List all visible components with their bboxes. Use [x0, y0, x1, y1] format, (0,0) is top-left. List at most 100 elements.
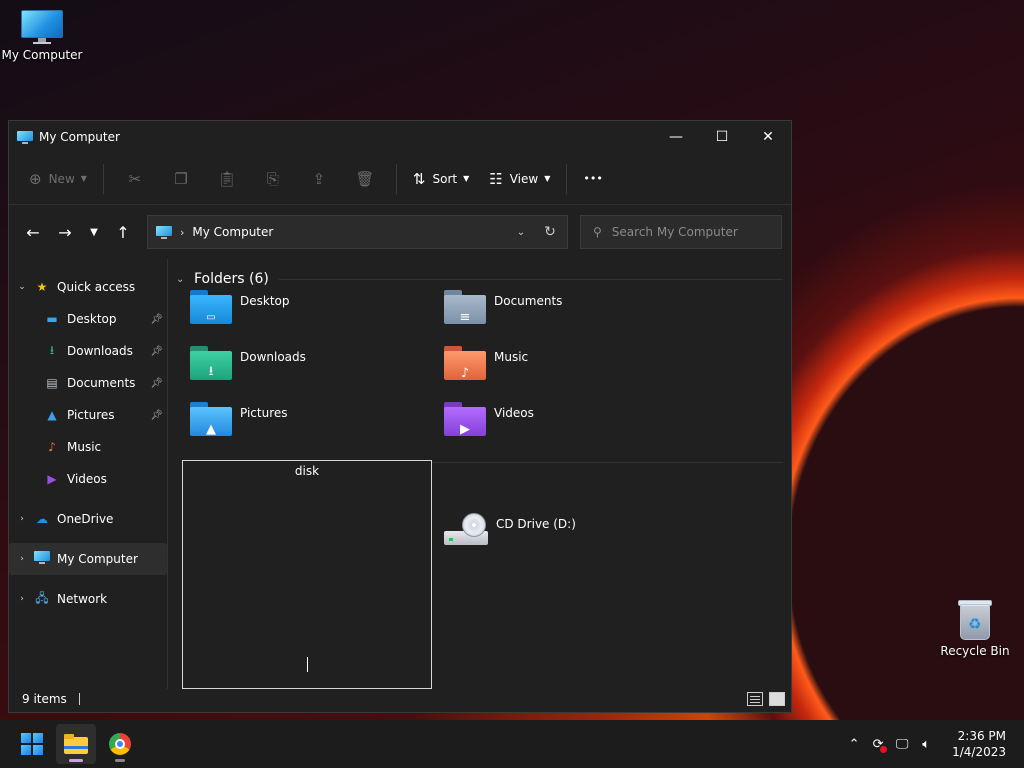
chevron-right-icon[interactable]: ›	[15, 554, 29, 564]
drive-item-cd[interactable]: CD Drive (D:)	[444, 513, 576, 549]
folder-item-pictures[interactable]: ▲ Pictures	[190, 402, 288, 437]
nav-label: OneDrive	[57, 512, 114, 526]
maximize-button[interactable]: ☐	[699, 122, 745, 152]
chrome-icon	[109, 733, 131, 755]
share-icon[interactable]: ⇪	[296, 170, 342, 188]
delete-icon[interactable]: 🗑︎	[342, 170, 388, 188]
folder-item-downloads[interactable]: ⭳ Downloads	[190, 346, 306, 380]
plus-circle-icon: ⊕	[29, 169, 42, 188]
folder-item-desktop[interactable]: ▭ Desktop	[190, 290, 290, 324]
recent-locations-chevron-icon[interactable]: ▼	[81, 227, 107, 238]
search-placeholder: Search My Computer	[611, 225, 738, 239]
minimize-button[interactable]: —	[653, 122, 699, 152]
pin-icon[interactable]: 📌︎	[150, 378, 163, 389]
desktop-icon-my-computer[interactable]: My Computer	[0, 10, 84, 62]
windows-logo-icon	[21, 733, 43, 755]
close-button[interactable]: ✕	[745, 122, 791, 152]
file-explorer-icon	[64, 734, 88, 754]
chevron-down-icon: ▼	[463, 174, 470, 183]
volume-icon[interactable]: 🔈︎	[914, 737, 938, 752]
sort-icon: ⇅	[412, 169, 426, 188]
nav-network[interactable]: › 🖧︎ Network	[9, 583, 167, 615]
popup-title: disk	[294, 464, 320, 478]
system-tray: ⌃ ⟳ 🖵︎ 🔈︎ 2:36 PM 1/4/2023	[842, 728, 1024, 760]
sort-label: Sort	[432, 171, 458, 186]
item-count: 9 items	[22, 692, 67, 706]
refresh-icon[interactable]: ↻	[533, 224, 567, 240]
start-button[interactable]	[12, 724, 52, 764]
address-dropdown-icon[interactable]: ⌄	[509, 227, 533, 238]
nav-label: Music	[67, 440, 102, 454]
clock[interactable]: 2:36 PM 1/4/2023	[952, 728, 1006, 760]
network-status-icon[interactable]: 🖵︎	[890, 737, 914, 752]
title-bar[interactable]: My Computer — ☐ ✕	[9, 121, 791, 153]
folder-label: Desktop	[240, 294, 290, 308]
view-button[interactable]: ☷ View ▼	[481, 163, 558, 195]
status-divider	[78, 693, 80, 705]
view-label: View	[509, 171, 539, 186]
nav-item-desktop[interactable]: ▬ Desktop 📌︎	[9, 303, 167, 335]
running-indicator	[115, 759, 125, 762]
folders-group-header[interactable]: ⌄ Folders (6)	[176, 268, 791, 290]
rename-icon[interactable]: ⎘	[250, 170, 296, 188]
desktop-folder-icon: ▬	[46, 312, 58, 326]
chevron-right-icon[interactable]: ›	[15, 594, 29, 604]
paste-icon[interactable]: 📋︎	[204, 170, 250, 188]
folder-item-videos[interactable]: ▶ Videos	[444, 402, 534, 437]
folder-item-music[interactable]: ♪ Music	[444, 346, 529, 381]
pin-icon[interactable]: 📌︎	[150, 314, 163, 325]
details-view-icon[interactable]	[747, 692, 763, 706]
nav-item-downloads[interactable]: ⭳ Downloads 📌︎	[9, 335, 167, 367]
nav-item-documents[interactable]: ▤ Documents 📌︎	[9, 367, 167, 399]
pin-icon[interactable]: 📌︎	[150, 410, 163, 421]
breadcrumb-chevron-icon[interactable]: ›	[180, 226, 184, 239]
nav-quick-access[interactable]: ⌄ ★ Quick access	[9, 271, 167, 303]
back-arrow-icon[interactable]: ←	[17, 223, 49, 242]
taskbar-chrome[interactable]	[100, 724, 140, 764]
nav-onedrive[interactable]: › ☁ OneDrive	[9, 503, 167, 535]
address-bar[interactable]: › My Computer ⌄ ↻	[147, 215, 568, 249]
search-icon: ⚲	[593, 225, 602, 239]
folder-item-documents[interactable]: ≡ Documents	[444, 290, 562, 325]
nav-my-computer[interactable]: › My Computer	[9, 543, 167, 575]
nav-label: Downloads	[67, 344, 133, 358]
breadcrumb-my-computer[interactable]: My Computer	[192, 225, 273, 239]
view-icon: ☷	[489, 169, 503, 188]
disk-popup[interactable]: disk	[182, 460, 432, 689]
videos-folder-icon: ▶	[444, 402, 486, 437]
show-hidden-icons-chevron-icon[interactable]: ⌃	[842, 737, 866, 752]
videos-icon: ▶	[47, 472, 57, 486]
sort-button[interactable]: ⇅ Sort ▼	[405, 163, 477, 195]
nav-item-videos[interactable]: ▶ Videos	[9, 463, 167, 495]
documents-icon: ▤	[46, 376, 58, 390]
desktop-icon-recycle-bin[interactable]: ♻ Recycle Bin	[933, 598, 1017, 658]
more-options-button[interactable]: •••	[575, 163, 610, 195]
chevron-right-icon[interactable]: ›	[15, 514, 29, 524]
window-title: My Computer	[39, 130, 120, 144]
cut-icon[interactable]: ✂	[112, 170, 158, 188]
copy-icon[interactable]: ❐	[158, 170, 204, 188]
command-bar: ⊕ New ▼ ✂ ❐ 📋︎ ⎘ ⇪ 🗑︎ ⇅ Sort ▼ ☷ View ▼ …	[9, 153, 791, 205]
computer-icon	[33, 551, 51, 567]
nav-item-music[interactable]: ♪ Music	[9, 431, 167, 463]
nav-label: My Computer	[57, 552, 138, 566]
up-arrow-icon[interactable]: ↑	[107, 223, 139, 242]
drive-label: CD Drive (D:)	[496, 517, 576, 531]
pin-icon[interactable]: 📌︎	[150, 346, 163, 357]
nav-item-pictures[interactable]: ▲ Pictures 📌︎	[9, 399, 167, 431]
pictures-folder-icon: ▲	[190, 402, 232, 437]
tiles-view-icon[interactable]	[769, 692, 785, 706]
downloads-icon: ⭳	[49, 342, 55, 357]
chevron-down-icon[interactable]: ⌄	[15, 282, 29, 292]
toolbar-divider	[102, 163, 104, 194]
folder-label: Music	[494, 350, 529, 364]
group-divider	[278, 278, 783, 280]
chevron-down-icon[interactable]: ⌄	[176, 274, 190, 285]
taskbar-file-explorer[interactable]	[56, 724, 96, 764]
new-button[interactable]: ⊕ New ▼	[21, 163, 95, 195]
search-box[interactable]: ⚲ Search My Computer	[580, 215, 782, 249]
nav-label: Quick access	[57, 280, 136, 294]
nav-label: Videos	[67, 472, 107, 486]
forward-arrow-icon[interactable]: →	[49, 223, 81, 242]
sync-icon[interactable]: ⟳	[866, 737, 890, 753]
